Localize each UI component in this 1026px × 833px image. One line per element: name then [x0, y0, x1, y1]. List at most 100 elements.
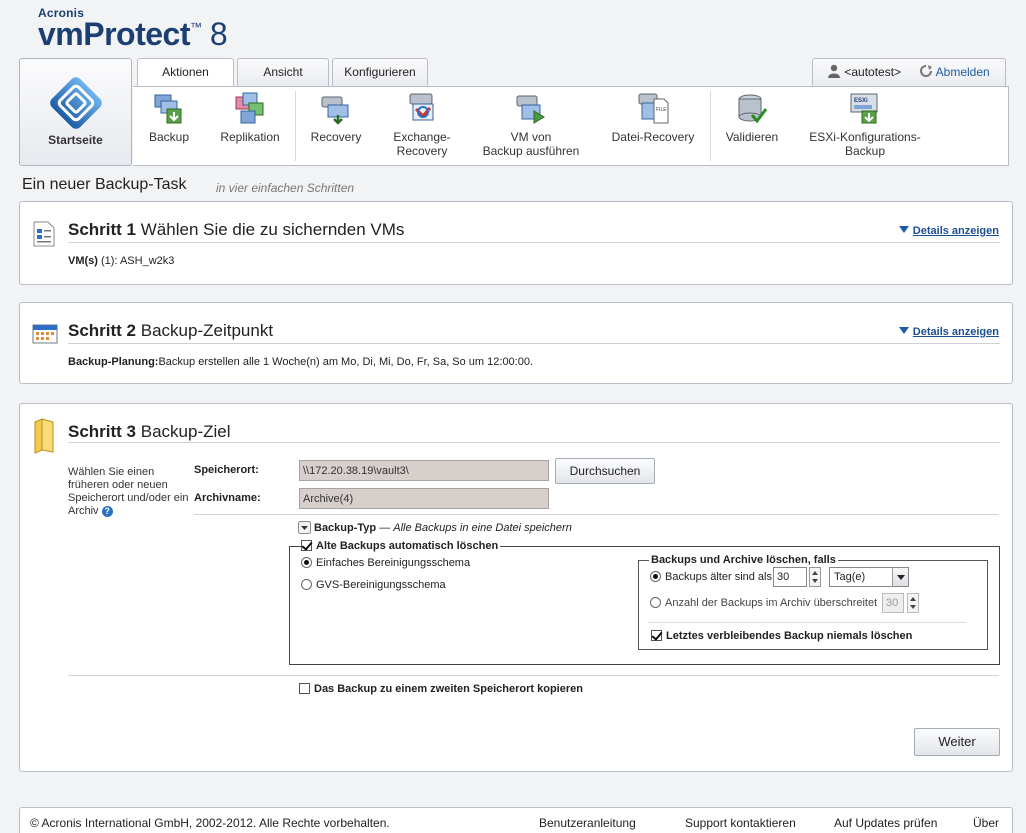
page-subtitle: in vier einfachen Schritten	[216, 181, 355, 195]
product-logo: Acronis vmProtect™ 8	[38, 6, 228, 53]
user-info: <autotest>	[827, 59, 901, 86]
replication-button[interactable]: Replikation	[211, 87, 289, 165]
step-2-number: Schritt 2	[68, 321, 137, 340]
svg-text:FILE: FILE	[656, 107, 667, 113]
about-link[interactable]: Über	[973, 816, 999, 830]
recovery-button[interactable]: Recovery	[303, 87, 369, 165]
copy-second-location-label: Das Backup zu einem zweiten Speicherort …	[314, 683, 583, 695]
run-vm-label-1: VM von	[510, 130, 552, 144]
step-1-number: Schritt 1	[68, 220, 137, 239]
keep-last-checkbox[interactable]: Letztes verbleibendes Backup niemals lös…	[651, 630, 912, 642]
ribbon-separator	[710, 91, 711, 161]
older-than-radio[interactable]: Backups älter sind als	[650, 571, 772, 583]
archive-name-input[interactable]	[299, 488, 549, 509]
browse-button[interactable]: Durchsuchen	[555, 458, 655, 484]
user-guide-link[interactable]: Benutzeranleitung	[539, 816, 636, 830]
page-title: Ein neuer Backup-Task	[22, 176, 187, 193]
backup-type-dash: —	[379, 522, 391, 534]
radio-unselected-icon	[301, 579, 312, 590]
contact-support-link[interactable]: Support kontaktieren	[685, 816, 796, 830]
gvs-scheme-label: GVS-Bereinigungsschema	[316, 579, 446, 591]
start-page-button[interactable]: Startseite	[19, 58, 132, 166]
action-ribbon: Backup Replikation Recovery Exchange- Re…	[133, 86, 1009, 166]
footer: © Acronis International GmbH, 2002-2012.…	[19, 807, 1013, 833]
simple-scheme-radio[interactable]: Einfaches Bereinigungsschema	[301, 557, 470, 569]
archive-name-label: Archivname:	[194, 492, 261, 504]
step-2-panel: Schritt 2 Backup-Zeitpunkt Details anzei…	[19, 302, 1013, 384]
backup-icon	[154, 94, 182, 124]
location-hint-text: Wählen Sie einen früheren oder neuen Spe…	[68, 466, 189, 517]
count-exceeds-label: Anzahl der Backups im Archiv überschreit…	[665, 597, 878, 609]
count-input[interactable]: 30	[882, 593, 904, 613]
backup-label: Backup	[148, 130, 190, 144]
step-2-details-label: Details anzeigen	[912, 326, 999, 338]
exchange-recovery-icon	[409, 93, 434, 121]
product-name: vmProtect™ 8	[38, 16, 228, 52]
logout-label: Abmelden	[935, 65, 990, 79]
ribbon-separator	[295, 91, 296, 161]
validate-label: Validieren	[725, 130, 779, 144]
older-than-spinner[interactable]	[809, 567, 821, 587]
logout-icon	[920, 65, 932, 77]
older-than-label: Backups älter sind als	[665, 571, 772, 583]
product-version: 8	[209, 16, 228, 52]
esxi-backup-label-1: ESXi-Konfigurations-	[809, 130, 921, 144]
step-1-summary-label: VM(s)	[68, 255, 98, 267]
location-label: Speicherort:	[194, 464, 259, 476]
tab-aktionen[interactable]: Aktionen	[137, 58, 234, 87]
esxi-config-backup-button[interactable]: ESXi ESXi-Konfigurations- Backup	[801, 87, 929, 165]
step-3-divider	[68, 442, 1000, 443]
auto-delete-check-icon	[301, 540, 312, 551]
logout-link[interactable]: Abmelden	[919, 59, 990, 86]
location-divider	[194, 514, 999, 515]
radio-selected-icon	[650, 571, 661, 582]
expand-triangle-icon	[898, 226, 909, 233]
esxi-backup-label-2: Backup	[844, 144, 886, 158]
step-1-summary: VM(s) (1): ASH_w2k3	[68, 255, 174, 267]
count-exceeds-radio[interactable]: Anzahl der Backups im Archiv überschreit…	[650, 597, 877, 609]
step-2-summary-label: Backup-Planung:	[68, 356, 159, 368]
step-3-number: Schritt 3	[68, 422, 137, 441]
location-input[interactable]	[299, 460, 549, 481]
esxi-backup-icon: ESXi	[850, 93, 878, 124]
step-1-title: Wählen Sie die zu sichernden VMs	[140, 220, 405, 239]
auto-delete-label: Alte Backups automatisch löschen	[316, 540, 499, 552]
step-3-title: Backup-Ziel	[140, 422, 231, 441]
tab-konfigurieren[interactable]: Konfigurieren	[332, 58, 428, 86]
step-3-panel: Schritt 3 Backup-Ziel Wählen Sie einen f…	[19, 403, 1013, 772]
file-recovery-button[interactable]: FILE Datei-Recovery	[603, 87, 703, 165]
age-unit-select[interactable]: Tag(e)	[829, 567, 909, 587]
step-1-summary-value: (1): ASH_w2k3	[101, 255, 175, 267]
exchange-recovery-button[interactable]: Exchange- Recovery	[383, 87, 461, 165]
backup-type-row: Backup-Typ — Alle Backups in eine Datei …	[298, 521, 572, 534]
replication-label: Replikation	[220, 130, 280, 144]
backup-button[interactable]: Backup	[137, 87, 201, 165]
check-updates-link[interactable]: Auf Updates prüfen	[834, 816, 937, 830]
validate-icon	[738, 94, 768, 124]
step-2-title: Backup-Zeitpunkt	[140, 321, 274, 340]
run-vm-icon	[516, 95, 545, 124]
step-2-details-link[interactable]: Details anzeigen	[898, 326, 999, 338]
run-vm-from-backup-button[interactable]: VM von Backup ausführen	[475, 87, 587, 165]
user-bar: <autotest> Abmelden	[812, 58, 1006, 86]
auto-delete-checkbox[interactable]: Alte Backups automatisch löschen	[301, 540, 501, 552]
step-1-details-link[interactable]: Details anzeigen	[898, 225, 999, 237]
file-recovery-icon: FILE	[638, 93, 669, 124]
collapse-icon[interactable]	[298, 521, 311, 534]
gvs-scheme-radio[interactable]: GVS-Bereinigungsschema	[301, 579, 446, 591]
recovery-icon	[321, 96, 349, 125]
validate-button[interactable]: Validieren	[719, 87, 785, 165]
step-2-summary-value: Backup erstellen alle 1 Woche(n) am Mo, …	[158, 356, 534, 368]
count-spinner[interactable]	[907, 593, 919, 613]
help-icon[interactable]: ?	[101, 506, 113, 517]
backup-type-label: Backup-Typ	[314, 522, 377, 534]
cleanup-group-title: Backups und Archive löschen, falls	[649, 554, 838, 566]
options-divider	[68, 675, 999, 676]
backup-type-value: Alle Backups in eine Datei speichern	[393, 522, 572, 534]
step-1-details-label: Details anzeigen	[912, 225, 999, 237]
next-button[interactable]: Weiter	[914, 728, 1000, 756]
copy-second-location-checkbox[interactable]: Das Backup zu einem zweiten Speicherort …	[299, 683, 583, 695]
start-page-label: Startseite	[48, 133, 103, 147]
tab-ansicht[interactable]: Ansicht	[237, 58, 329, 86]
older-than-input[interactable]: 30	[773, 567, 807, 587]
